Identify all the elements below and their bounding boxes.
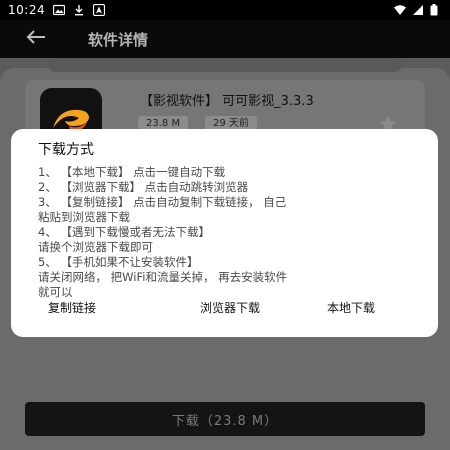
download-button[interactable]: 下载（23.8 M） [25, 402, 425, 436]
download-method-dialog: 下载方式 1、 【本地下载】 点击一键自动下载 2、 【浏览器下载】 点击自动跳… [11, 129, 438, 337]
copy-link-button[interactable]: 复制链接 [48, 299, 96, 316]
local-download-button[interactable]: 本地下载 [327, 299, 375, 316]
app-name: 【影视软件】 可可影视_3.3.3 [140, 94, 314, 109]
page-title: 软件详情 [88, 30, 149, 49]
app-bar: 软件详情 [0, 20, 450, 58]
status-left: 10:24 [8, 3, 106, 17]
instruction-line: 粘贴到浏览器下载 [38, 210, 130, 224]
back-button[interactable] [16, 20, 56, 58]
browser-download-button[interactable]: 浏览器下载 [200, 299, 260, 316]
download-icon [73, 4, 85, 16]
instruction-line: 就可以 [38, 285, 73, 299]
image-icon [53, 4, 66, 16]
dialog-title: 下载方式 [38, 142, 94, 158]
status-time: 10:24 [8, 3, 46, 17]
navigation-icon [93, 4, 106, 16]
dialog-actions: 复制链接 浏览器下载 本地下载 [11, 299, 438, 323]
arrow-left-icon [26, 29, 46, 49]
instruction-line: 3、 【复制链接】 点击自动复制下载链接， 自己 [38, 195, 287, 209]
signal-icon [412, 4, 424, 16]
wifi-icon [394, 4, 406, 16]
battery-icon [430, 4, 442, 16]
status-bar: 10:24 [0, 0, 450, 20]
instruction-line: 5、 【手机如果不让安装软件】 [38, 255, 199, 269]
instruction-line: 2、 【浏览器下载】 点击自动跳转浏览器 [38, 180, 249, 194]
instruction-line: 4、 【遇到下载慢或者无法下载】 [38, 225, 210, 239]
instruction-line: 请换个浏览器下载即可 [38, 240, 153, 254]
instruction-line: 1、 【本地下载】 点击一键自动下载 [38, 165, 226, 179]
dialog-instructions: 1、 【本地下载】 点击一键自动下载 2、 【浏览器下载】 点击自动跳转浏览器 … [38, 165, 424, 300]
sheet-header-bar [48, 58, 402, 72]
instruction-line: 请关闭网络， 把WiFi和流量关掉， 再去安装软件 [38, 270, 288, 284]
status-right [394, 4, 442, 16]
